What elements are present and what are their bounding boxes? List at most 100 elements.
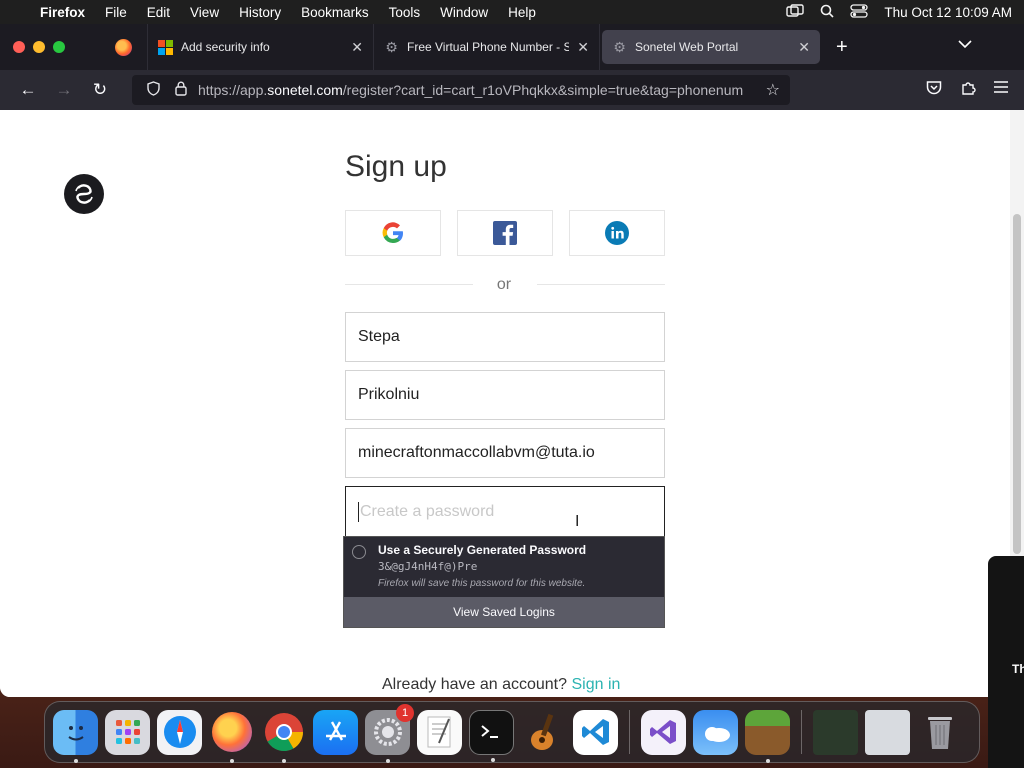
sign-in-link[interactable]: Sign in xyxy=(571,676,620,693)
macos-menubar: Firefox File Edit View History Bookmarks… xyxy=(0,0,1024,24)
control-center-icon[interactable] xyxy=(850,3,869,21)
google-signup-button[interactable] xyxy=(345,210,441,256)
dock-separator xyxy=(801,710,802,754)
page-title: Sign up xyxy=(345,150,447,183)
address-bar[interactable]: https://app.sonetel.com/register?cart_id… xyxy=(132,75,790,105)
recent-window-thumbnail-1[interactable] xyxy=(813,709,858,755)
system-settings-icon[interactable]: 1 xyxy=(365,703,414,763)
email-value: minecraftonmaccollabvm@tuta.io xyxy=(358,444,595,461)
dock-separator xyxy=(629,710,630,754)
generated-password: 3&@gJ4nH4f@)Pre xyxy=(378,560,478,573)
url-prefix: https://app. xyxy=(198,82,268,98)
hamburger-menu-icon[interactable] xyxy=(994,80,1008,101)
last-name-value: Prikolniu xyxy=(358,386,420,403)
password-field[interactable]: Create a password xyxy=(345,486,665,538)
facebook-icon xyxy=(493,221,517,245)
menu-help[interactable]: Help xyxy=(508,5,536,20)
firefox-dock-icon[interactable] xyxy=(209,710,254,763)
shield-icon[interactable] xyxy=(142,81,164,99)
terminal-icon[interactable] xyxy=(469,709,514,762)
window-controls xyxy=(0,41,100,53)
divider-right xyxy=(537,284,665,285)
close-tab-icon[interactable]: ✕ xyxy=(351,39,363,56)
pinned-tab-firefox[interactable] xyxy=(100,24,148,70)
bookmark-star-icon[interactable]: ☆ xyxy=(766,80,780,100)
password-placeholder: Create a password xyxy=(360,503,495,520)
text-caret xyxy=(358,502,359,522)
text-cursor-icon: I xyxy=(575,513,580,530)
minecraft-icon[interactable] xyxy=(745,709,790,763)
running-indicator xyxy=(386,758,390,763)
finder-icon[interactable] xyxy=(53,709,98,763)
menubar-clock[interactable]: Thu Oct 12 10:09 AM xyxy=(884,5,1012,20)
first-name-value: Stepa xyxy=(358,328,400,345)
web-page: Sign up or Stepa Prikolniu minecraftonma… xyxy=(0,110,1024,697)
menu-tools[interactable]: Tools xyxy=(389,5,421,20)
last-name-field[interactable]: Prikolniu xyxy=(345,370,665,420)
save-password-note: Firefox will save this password for this… xyxy=(378,578,586,589)
close-window-button[interactable] xyxy=(13,41,25,53)
screen-mirroring-icon[interactable] xyxy=(786,3,805,21)
menu-bookmarks[interactable]: Bookmarks xyxy=(301,5,369,20)
weather-icon[interactable] xyxy=(693,709,738,755)
new-tab-button[interactable]: + xyxy=(836,36,848,59)
tab-label: Free Virtual Phone Number - So xyxy=(407,40,570,54)
divider-left xyxy=(345,284,473,285)
visual-studio-icon[interactable] xyxy=(641,709,686,755)
email-field[interactable]: minecraftonmaccollabvm@tuta.io xyxy=(345,428,665,478)
close-tab-icon[interactable]: ✕ xyxy=(798,39,810,56)
firefox-window: Add security info ✕ ⚙ Free Virtual Phone… xyxy=(0,24,1024,697)
trash-icon[interactable] xyxy=(917,710,962,755)
reload-button[interactable]: ↻ xyxy=(82,80,118,100)
toolbar-right-buttons xyxy=(926,80,1014,101)
linkedin-signup-button[interactable] xyxy=(569,210,665,256)
app-store-icon[interactable] xyxy=(313,709,358,755)
spotlight-search-icon[interactable] xyxy=(820,4,834,21)
textedit-icon[interactable] xyxy=(417,709,462,755)
use-generated-password-option[interactable]: Use a Securely Generated Password xyxy=(378,543,586,557)
vscode-icon[interactable] xyxy=(573,709,618,755)
pocket-icon[interactable] xyxy=(926,80,942,101)
menu-firefox[interactable]: Firefox xyxy=(40,5,85,20)
close-tab-icon[interactable]: ✕ xyxy=(577,39,589,56)
facebook-signup-button[interactable] xyxy=(457,210,553,256)
chrome-icon[interactable] xyxy=(261,710,306,763)
side-overlay-window[interactable]: Th xyxy=(988,556,1024,768)
minimize-window-button[interactable] xyxy=(33,41,45,53)
sonetel-logo-icon[interactable] xyxy=(64,174,104,214)
view-saved-logins-button[interactable]: View Saved Logins xyxy=(344,597,664,627)
scrollbar-thumb[interactable] xyxy=(1013,214,1021,554)
linkedin-icon xyxy=(605,221,629,245)
zoom-window-button[interactable] xyxy=(53,41,65,53)
menu-edit[interactable]: Edit xyxy=(147,5,170,20)
macos-dock: 1 xyxy=(44,701,980,763)
tab-free-virtual-phone-number[interactable]: ⚙ Free Virtual Phone Number - So ✕ xyxy=(374,24,600,70)
first-name-field[interactable]: Stepa xyxy=(345,312,665,362)
forward-button[interactable]: → xyxy=(46,80,82,100)
google-icon xyxy=(382,222,403,244)
tab-add-security-info[interactable]: Add security info ✕ xyxy=(148,24,374,70)
running-indicator xyxy=(766,758,770,763)
navigation-toolbar: ← → ↻ https://app.sonetel.com/register?c… xyxy=(0,70,1024,110)
globe-icon xyxy=(352,545,366,559)
running-indicator xyxy=(282,758,286,763)
launchpad-icon[interactable] xyxy=(105,709,150,755)
url-text: https://app.sonetel.com/register?cart_id… xyxy=(198,82,758,98)
menu-window[interactable]: Window xyxy=(440,5,488,20)
side-overlay-text: Th xyxy=(1012,662,1024,676)
extensions-icon[interactable] xyxy=(960,80,976,101)
tab-sonetel-web-portal[interactable]: ⚙ Sonetel Web Portal ✕ xyxy=(602,30,820,64)
tab-label: Add security info xyxy=(181,40,270,54)
back-button[interactable]: ← xyxy=(10,80,46,100)
url-domain: sonetel.com xyxy=(267,82,343,98)
menu-view[interactable]: View xyxy=(190,5,219,20)
menu-file[interactable]: File xyxy=(105,5,127,20)
recent-window-thumbnail-2[interactable] xyxy=(865,709,910,755)
garageband-icon[interactable] xyxy=(521,710,566,755)
firefox-icon xyxy=(115,38,132,56)
notification-badge: 1 xyxy=(396,703,414,722)
lock-icon[interactable] xyxy=(170,81,192,99)
list-all-tabs-icon[interactable] xyxy=(958,36,972,52)
safari-icon[interactable] xyxy=(157,709,202,755)
menu-history[interactable]: History xyxy=(239,5,281,20)
